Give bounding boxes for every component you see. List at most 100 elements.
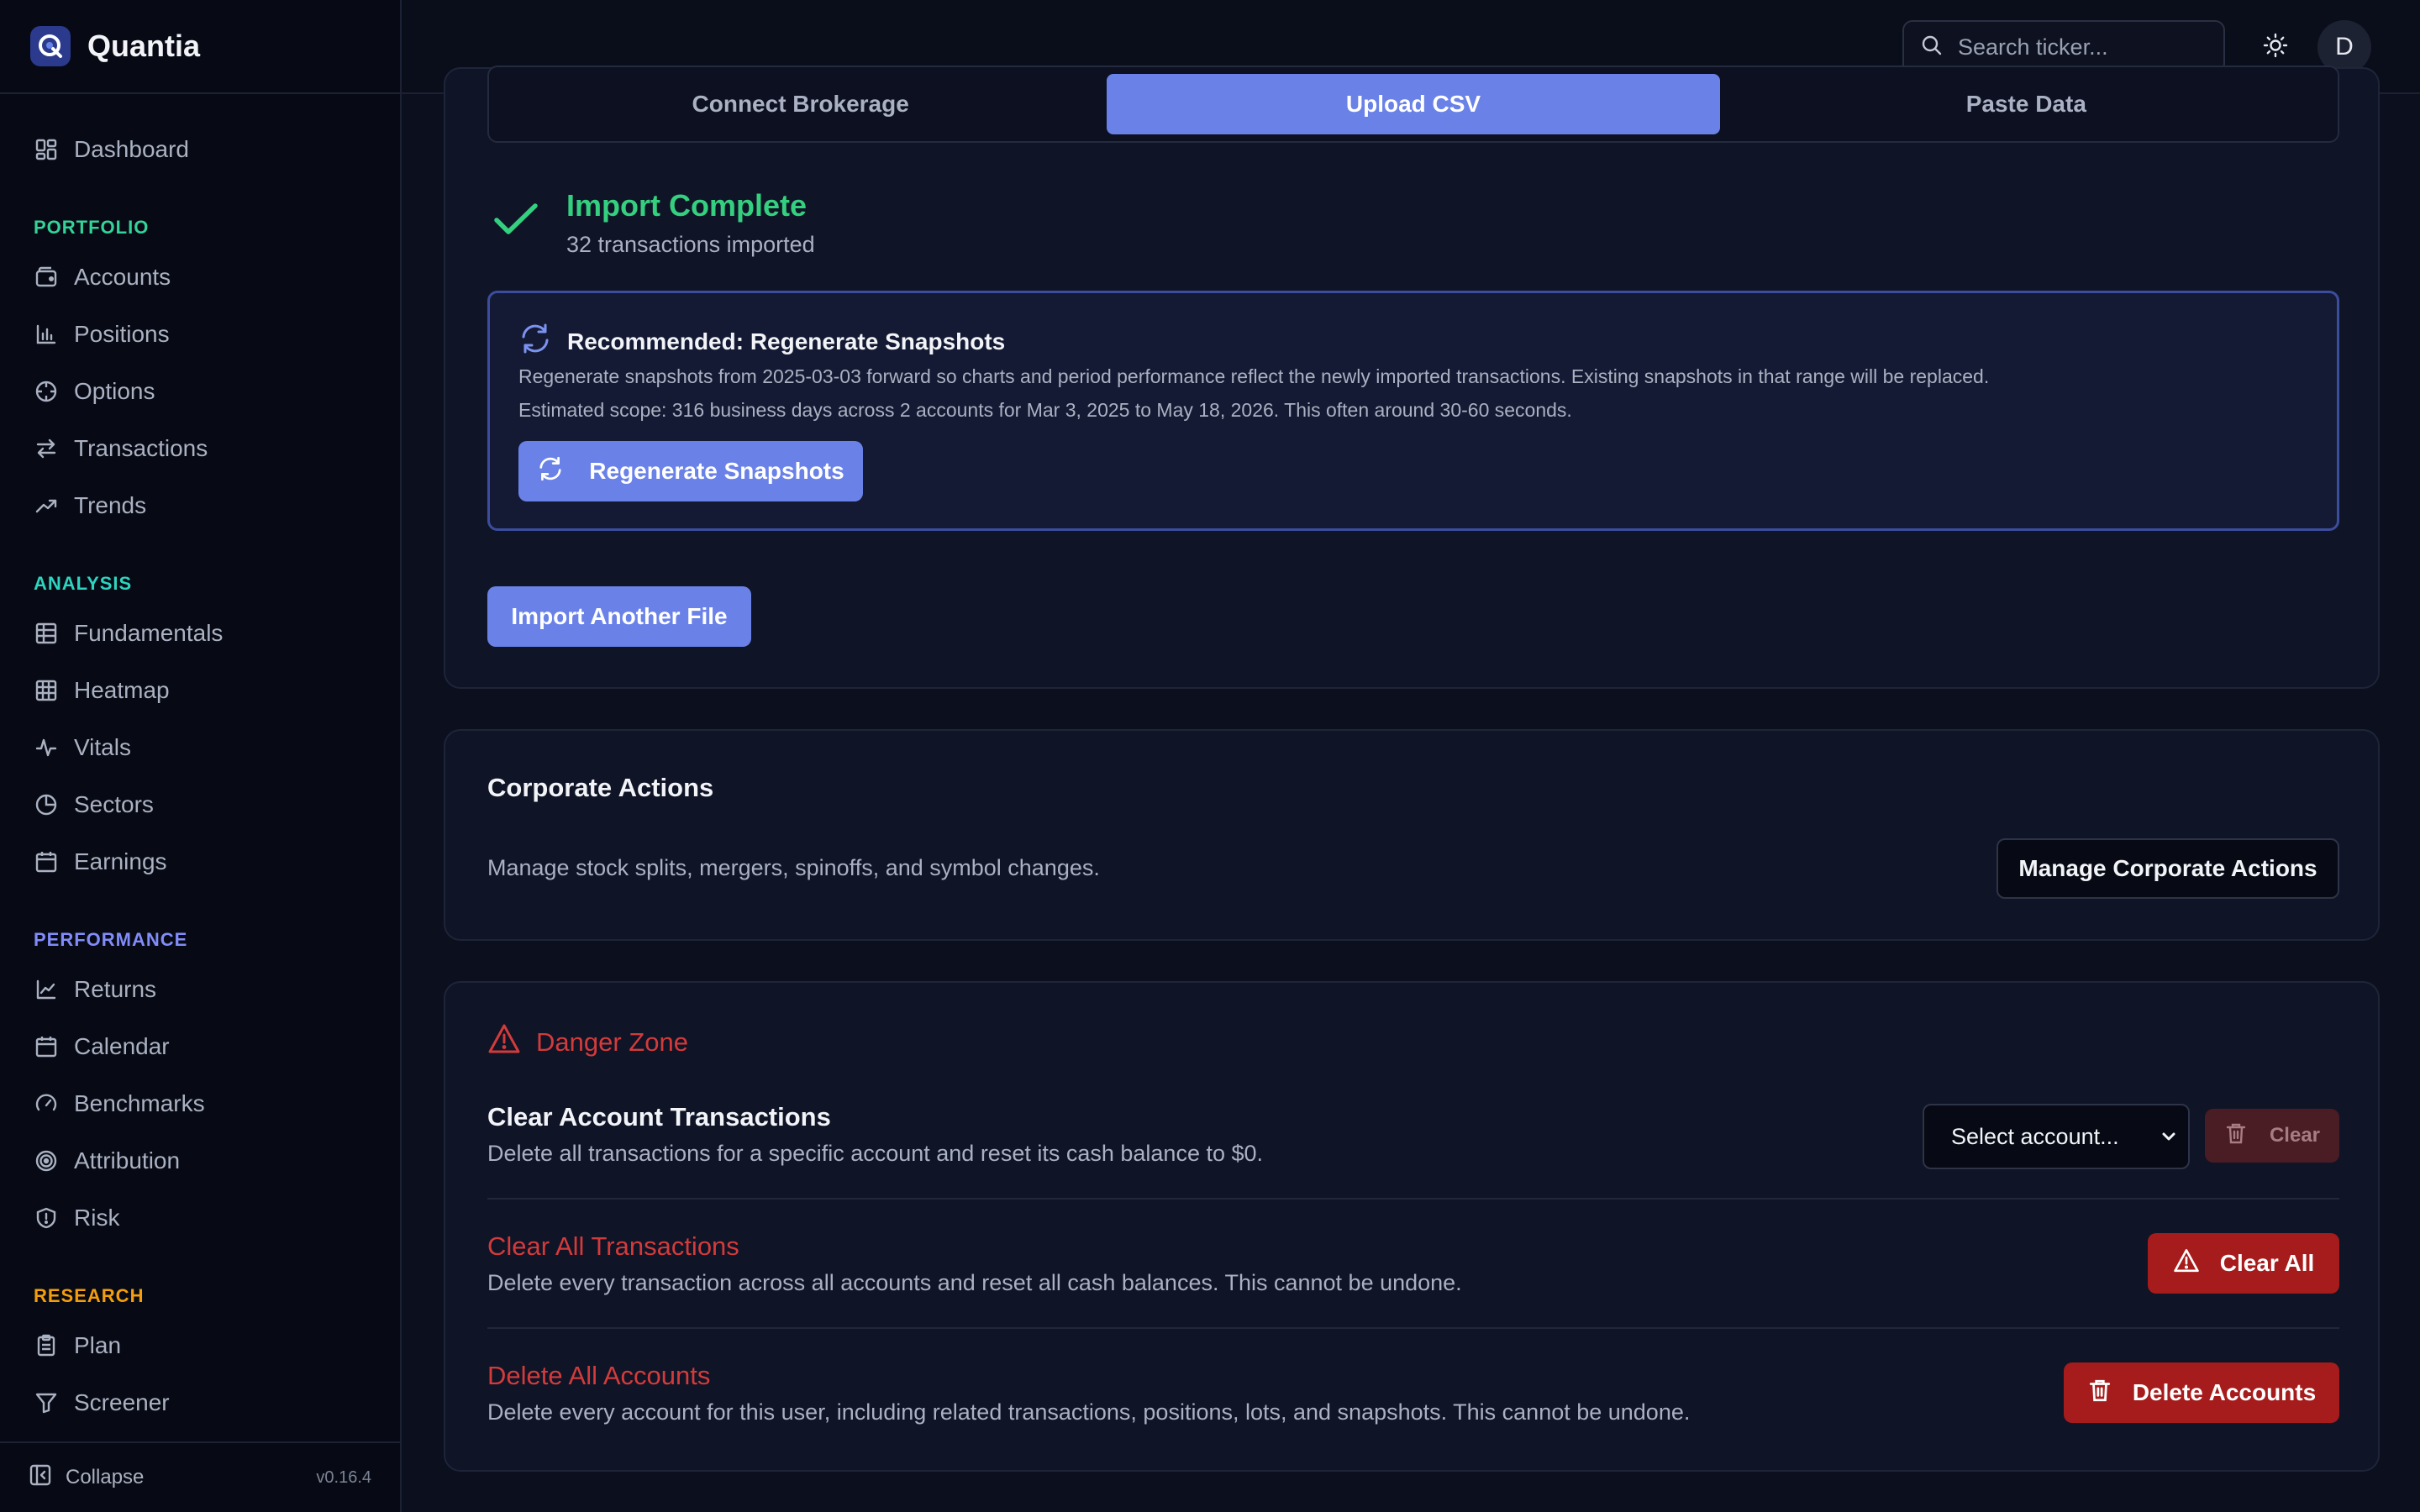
activity-icon [34, 735, 59, 760]
dashboard-icon [34, 137, 59, 162]
crosshair-icon [34, 379, 59, 404]
tab-connect-brokerage[interactable]: Connect Brokerage [494, 74, 1107, 134]
sidebar-item-risk[interactable]: Risk [34, 1196, 119, 1240]
table-icon [34, 621, 59, 646]
section-portfolio: PORTFOLIO [34, 217, 150, 238]
manage-corporate-actions-button[interactable]: Manage Corporate Actions [1996, 838, 2339, 899]
sidebar-item-positions[interactable]: Positions [34, 312, 170, 356]
sidebar-item-label: Benchmarks [74, 1090, 205, 1116]
clear-account-description: Delete all transactions for a specific a… [487, 1141, 1264, 1166]
corporate-actions-title: Corporate Actions [487, 773, 714, 802]
clear-all-title: Clear All Transactions [487, 1231, 739, 1261]
sidebar-item-label: Calendar [74, 1033, 170, 1059]
sidebar-item-screener[interactable]: Screener [34, 1381, 170, 1425]
pie-chart-icon [34, 792, 59, 817]
recommendation-title: Recommended: Regenerate Snapshots [518, 322, 1005, 361]
section-research: RESEARCH [34, 1285, 145, 1306]
sidebar-item-transactions[interactable]: Transactions [34, 427, 208, 470]
sidebar-item-label: Heatmap [74, 677, 170, 703]
sidebar-item-heatmap[interactable]: Heatmap [34, 669, 170, 712]
sidebar-item-earnings[interactable]: Earnings [34, 840, 167, 884]
import-status: Import Complete 32 transactions imported [492, 188, 815, 258]
sidebar-item-label: Fundamentals [74, 620, 224, 646]
danger-zone-header: Danger Zone [487, 1023, 688, 1062]
trash-icon [2087, 1378, 2112, 1409]
sidebar-item-options[interactable]: Options [34, 370, 155, 413]
sidebar-item-attribution[interactable]: Attribution [34, 1139, 180, 1183]
sidebar-item-label: Accounts [74, 264, 171, 290]
import-another-file-button[interactable]: Import Another File [487, 586, 751, 647]
section-performance: PERFORMANCE [34, 929, 188, 950]
danger-zone-title: Danger Zone [536, 1027, 688, 1057]
search-input[interactable] [1958, 34, 2210, 60]
clipboard-icon [34, 1333, 59, 1358]
warning-icon [2173, 1248, 2200, 1279]
sidebar-item-label: Risk [74, 1205, 120, 1231]
collapse-button[interactable]: Collapse [29, 1463, 144, 1493]
app-name: Quantia [87, 29, 201, 63]
clear-all-button[interactable]: Clear All [2148, 1233, 2339, 1294]
refresh-icon [518, 322, 552, 361]
check-icon [492, 202, 539, 258]
import-card: Connect Brokerage Upload CSV Paste Data … [444, 66, 2380, 689]
sidebar-collapse-icon [29, 1463, 52, 1493]
sidebar-item-accounts[interactable]: Accounts [34, 255, 171, 299]
divider [487, 1198, 2339, 1200]
sidebar-item-returns[interactable]: Returns [34, 968, 156, 1011]
sidebar: Quantia Dashboard PORTFOLIO Accounts Pos… [0, 0, 402, 1512]
sidebar-item-trends[interactable]: Trends [34, 484, 146, 528]
import-tabs: Connect Brokerage Upload CSV Paste Data [487, 66, 2339, 143]
shield-icon [34, 1205, 59, 1231]
danger-zone-card: Danger Zone Clear Account Transactions D… [444, 981, 2380, 1472]
brand[interactable]: Quantia [0, 0, 400, 94]
trending-up-icon [34, 493, 59, 518]
sidebar-item-vitals[interactable]: Vitals [34, 726, 131, 769]
grid-icon [34, 678, 59, 703]
tab-upload-csv[interactable]: Upload CSV [1107, 74, 1720, 134]
theme-toggle-button[interactable] [2259, 30, 2292, 64]
delete-accounts-button[interactable]: Delete Accounts [2064, 1362, 2339, 1423]
section-analysis: ANALYSIS [34, 573, 133, 594]
sidebar-item-label: Dashboard [74, 136, 189, 162]
refresh-icon [537, 455, 564, 488]
sidebar-item-label: Returns [74, 976, 157, 1002]
search-icon [1921, 34, 1943, 60]
recommendation-scope: Estimated scope: 316 business days acros… [518, 399, 1572, 421]
calendar-icon [34, 849, 59, 874]
regenerate-snapshots-button[interactable]: Regenerate Snapshots [518, 441, 863, 501]
sidebar-item-fundamentals[interactable]: Fundamentals [34, 612, 223, 655]
warning-icon [487, 1023, 521, 1062]
transfer-icon [34, 436, 59, 461]
sidebar-item-dashboard[interactable]: Dashboard [34, 128, 189, 171]
divider [487, 1327, 2339, 1329]
sidebar-footer: Collapse v0.16.4 [0, 1441, 400, 1512]
clear-account-button[interactable]: Clear [2205, 1109, 2339, 1163]
clear-account-title: Clear Account Transactions [487, 1102, 831, 1131]
sidebar-item-benchmarks[interactable]: Benchmarks [34, 1082, 205, 1126]
app-version: v0.16.4 [316, 1467, 371, 1487]
sidebar-item-sectors[interactable]: Sectors [34, 783, 154, 827]
tab-paste-data[interactable]: Paste Data [1720, 74, 2333, 134]
sidebar-item-label: Positions [74, 321, 170, 347]
calendar-icon [34, 1034, 59, 1059]
clear-all-description: Delete every transaction across all acco… [487, 1270, 1462, 1295]
import-status-subtitle: 32 transactions imported [566, 232, 815, 257]
sidebar-item-label: Vitals [74, 734, 131, 760]
corporate-actions-card: Corporate Actions Manage stock splits, m… [444, 729, 2380, 941]
sidebar-item-label: Screener [74, 1389, 170, 1415]
sidebar-item-label: Trends [74, 492, 147, 518]
sidebar-item-calendar[interactable]: Calendar [34, 1025, 170, 1068]
delete-accounts-description: Delete every account for this user, incl… [487, 1399, 1691, 1425]
sidebar-item-label: Earnings [74, 848, 167, 874]
bar-chart-icon [34, 322, 59, 347]
account-select[interactable]: Select account... [1923, 1104, 2190, 1169]
wallet-icon [34, 265, 59, 290]
sidebar-item-plan[interactable]: Plan [34, 1324, 121, 1368]
recommendation-description: Regenerate snapshots from 2025-03-03 for… [518, 365, 1990, 387]
sidebar-item-label: Plan [74, 1332, 122, 1358]
collapse-label: Collapse [66, 1466, 145, 1488]
sun-icon [2262, 32, 2289, 63]
gauge-icon [34, 1091, 59, 1116]
recommendation-panel: Recommended: Regenerate Snapshots Regene… [487, 291, 2339, 531]
filter-icon [34, 1390, 59, 1415]
